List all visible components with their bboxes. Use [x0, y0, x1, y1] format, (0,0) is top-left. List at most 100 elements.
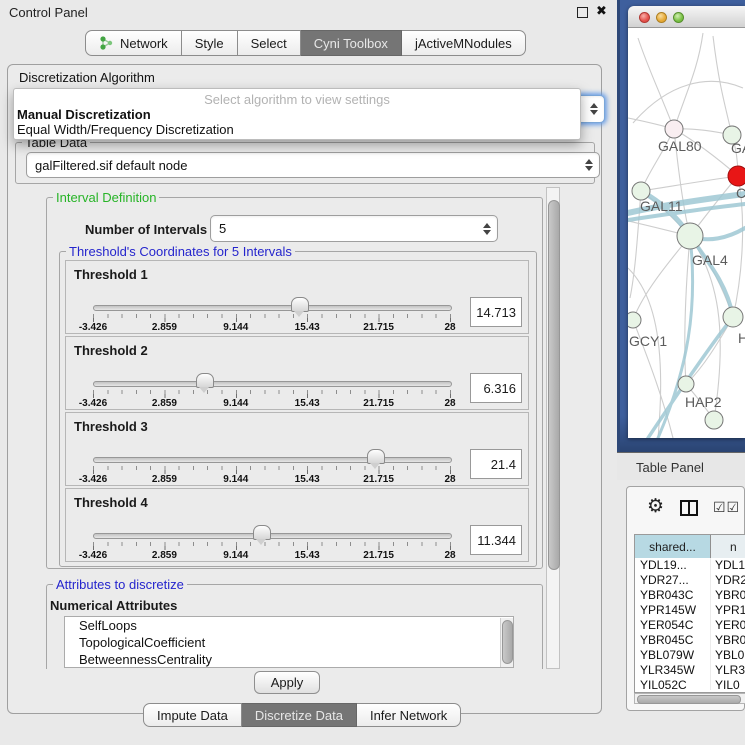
scrollbar-thumb[interactable]: [637, 695, 741, 704]
slider-track[interactable]: [93, 381, 452, 387]
number-of-intervals-combobox[interactable]: 5: [210, 215, 498, 242]
dropdown-option-manual-discretization[interactable]: Manual Discretization: [17, 107, 151, 122]
tab-network[interactable]: Network: [85, 30, 182, 56]
threshold-value[interactable]: 21.4: [470, 449, 522, 479]
close-panel-icon[interactable]: ✖: [596, 3, 607, 19]
node-hap2[interactable]: [678, 376, 694, 392]
scrollbar-thumb[interactable]: [548, 200, 560, 570]
cell-name[interactable]: YIL0: [711, 678, 745, 690]
threshold-value[interactable]: 14.713: [470, 297, 522, 327]
cell-shared-name[interactable]: YIL052C: [635, 678, 711, 690]
node-label: GAL4: [692, 252, 728, 268]
list-item[interactable]: TopologicalCoefficient: [65, 634, 513, 651]
cell-name[interactable]: YBL0: [711, 648, 745, 663]
table-row[interactable]: YBR045CYBR0: [635, 633, 745, 648]
thresholds-group: Threshold's Coordinates for 5 Intervals …: [59, 251, 537, 567]
slider-track[interactable]: [93, 457, 452, 463]
numerical-attributes-list[interactable]: SelfLoops TopologicalCoefficient Between…: [64, 616, 514, 668]
table-horizontal-scrollbar[interactable]: [634, 693, 745, 704]
tab-discretize-data[interactable]: Discretize Data: [242, 703, 357, 727]
node-bottom-partial[interactable]: [705, 411, 723, 429]
table-row[interactable]: YBL079WYBL0: [635, 648, 745, 663]
tab-style[interactable]: Style: [182, 30, 238, 56]
node-highlighted-red[interactable]: [728, 166, 745, 186]
node-gal80[interactable]: [665, 120, 683, 138]
gear-icon[interactable]: ⚙: [647, 497, 664, 516]
node-label: GAL80: [658, 138, 702, 154]
threshold-value[interactable]: 6.316: [470, 373, 522, 403]
cell-name[interactable]: YDL1: [711, 558, 745, 573]
node-label: C: [736, 185, 745, 201]
tick-labels: -3.4262.8599.14415.4321.71528: [93, 474, 451, 486]
cell-shared-name[interactable]: YBR043C: [635, 588, 711, 603]
cell-name[interactable]: YBR0: [711, 588, 745, 603]
settings-scroll-viewport: Interval Definition Number of Intervals …: [13, 187, 561, 669]
attributes-group: Attributes to discretize Numerical Attri…: [46, 584, 543, 669]
threshold-label: Threshold 3: [74, 419, 148, 434]
list-item[interactable]: SelfLoops: [65, 617, 513, 634]
cell-shared-name[interactable]: YDL19...: [635, 558, 711, 573]
list-item[interactable]: BetweennessCentrality: [65, 651, 513, 668]
float-panel-icon[interactable]: [577, 7, 588, 18]
table-row[interactable]: YDL19...YDL1: [635, 558, 745, 573]
window-close-button[interactable]: [639, 12, 650, 23]
dropdown-prompt-item[interactable]: Select algorithm to view settings: [14, 92, 580, 107]
right-region: GAL80 GA C GAL11 GAL4 GCY1 H HAP2 Table …: [617, 0, 745, 745]
table-data-selected-value: galFiltered.sif default node: [35, 158, 187, 173]
window-minimize-button[interactable]: [656, 12, 667, 23]
table-data-combobox[interactable]: galFiltered.sif default node: [26, 152, 600, 178]
control-panel-titlebar: Control Panel ✖: [0, 0, 617, 24]
tab-infer-network[interactable]: Infer Network: [357, 703, 461, 727]
column-header-name[interactable]: n: [711, 535, 745, 558]
slider-handle[interactable]: [253, 525, 271, 540]
cell-shared-name[interactable]: YER054C: [635, 618, 711, 633]
table-row[interactable]: YDR27...YDR2: [635, 573, 745, 588]
slider-handle[interactable]: [291, 297, 309, 312]
table-row[interactable]: YPR145WYPR1: [635, 603, 745, 618]
split-columns-icon[interactable]: [680, 500, 698, 516]
cell-name[interactable]: YBR0: [711, 633, 745, 648]
threshold-value[interactable]: 11.344: [470, 525, 522, 555]
table-panel-titlebar: Table Panel: [617, 452, 745, 480]
cell-name[interactable]: YLR3: [711, 663, 745, 678]
cell-shared-name[interactable]: YBL079W: [635, 648, 711, 663]
tab-jactivemnodules[interactable]: jActiveMNodules: [402, 30, 526, 56]
node-gal4[interactable]: [677, 223, 703, 249]
table-row[interactable]: YER054CYER0: [635, 618, 745, 633]
tab-select[interactable]: Select: [238, 30, 301, 56]
column-header-shared-name[interactable]: shared...: [635, 535, 711, 558]
node-gcy1[interactable]: [628, 312, 641, 328]
cell-shared-name[interactable]: YDR27...: [635, 573, 711, 588]
tab-label: Cyni Toolbox: [314, 36, 388, 51]
tick-label: 2.859: [152, 398, 177, 409]
cell-shared-name[interactable]: YLR345W: [635, 663, 711, 678]
cell-name[interactable]: YDR2: [711, 573, 745, 588]
settings-scrollbar[interactable]: [546, 187, 560, 669]
cell-shared-name[interactable]: YPR145W: [635, 603, 711, 618]
cell-shared-name[interactable]: YBR045C: [635, 633, 711, 648]
table-row[interactable]: YIL052CYIL0: [635, 678, 745, 690]
select-columns-checkboxes-icon[interactable]: ☑☑: [713, 499, 740, 516]
apply-button[interactable]: Apply: [254, 671, 320, 694]
scrollbar-thumb[interactable]: [502, 620, 513, 664]
cell-name[interactable]: YER0: [711, 618, 745, 633]
tick-labels: -3.4262.8599.14415.4321.71528: [93, 398, 451, 410]
cell-name[interactable]: YPR1: [711, 603, 745, 618]
table-row[interactable]: YLR345WYLR3: [635, 663, 745, 678]
window-zoom-button[interactable]: [673, 12, 684, 23]
table-row[interactable]: YBR043CYBR0: [635, 588, 745, 603]
slider-track[interactable]: [93, 305, 452, 311]
tab-cyni-toolbox[interactable]: Cyni Toolbox: [301, 30, 402, 56]
tick-label: 21.715: [363, 550, 394, 561]
network-canvas[interactable]: GAL80 GA C GAL11 GAL4 GCY1 H HAP2: [628, 28, 745, 438]
node-attribute-table: shared... n YDL19...YDL1YDR27...YDR2YBR0…: [634, 534, 745, 693]
list-scrollbar[interactable]: [500, 618, 514, 667]
slider-handle[interactable]: [196, 373, 214, 388]
threshold-block: Threshold 3 -3.4262.8599.14415.4321.7152…: [65, 412, 529, 486]
dropdown-option-equal-width-frequency[interactable]: Equal Width/Frequency Discretization: [17, 122, 234, 137]
network-window-titlebar[interactable]: [628, 6, 745, 28]
tab-impute-data[interactable]: Impute Data: [143, 703, 242, 727]
node-h-partial[interactable]: [723, 307, 743, 327]
slider-track[interactable]: [93, 533, 452, 539]
slider-handle[interactable]: [367, 449, 385, 464]
